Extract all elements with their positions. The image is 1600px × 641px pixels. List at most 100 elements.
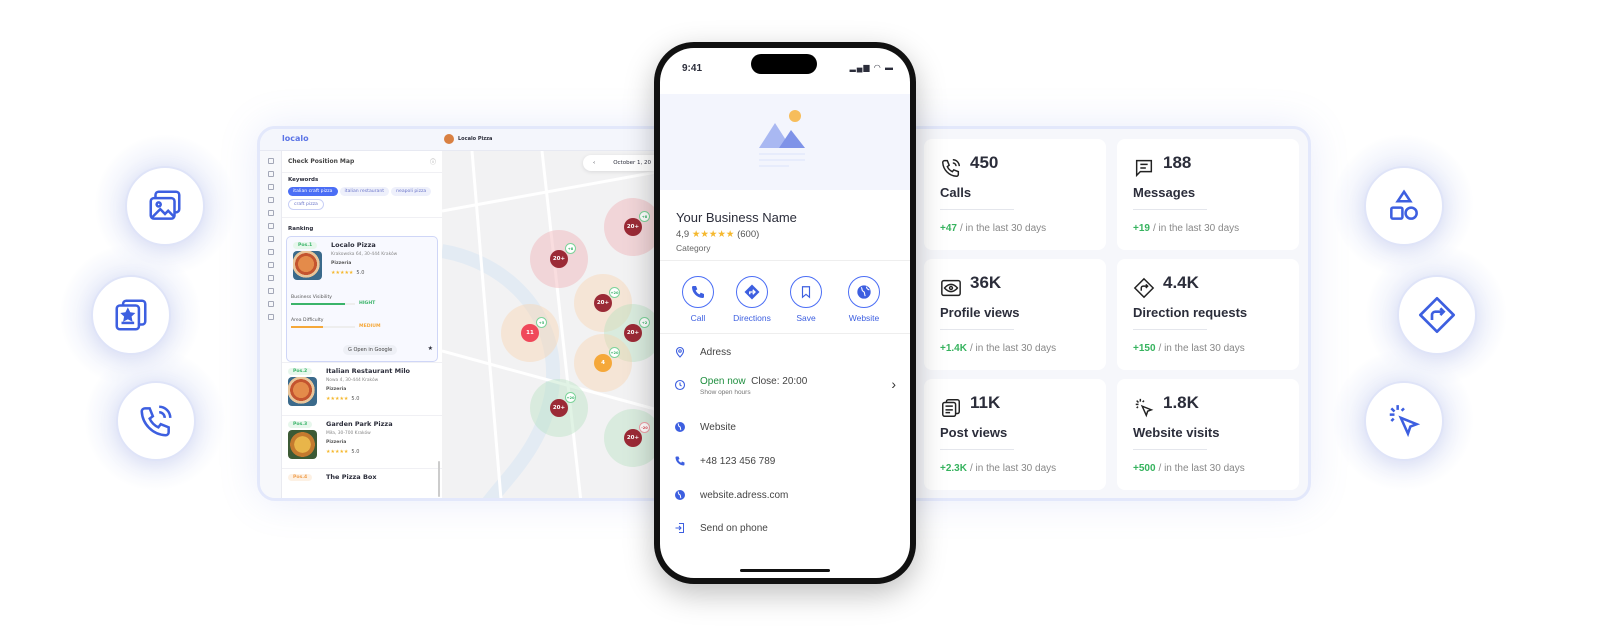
stat-card-calls: 450 Calls +47/ in the last 30 days <box>924 139 1106 250</box>
directions-button[interactable]: Directions <box>728 276 776 323</box>
keyword-chip[interactable]: italian craft pizza <box>288 187 338 196</box>
post-icon <box>942 399 960 417</box>
prev-date-button[interactable]: ‹ <box>593 160 595 166</box>
rating: 4,9 <box>676 229 690 240</box>
period: / in the last 30 days <box>1158 343 1245 354</box>
visibility-label: Business Visibility <box>291 295 332 300</box>
period: / in the last 30 days <box>969 343 1057 354</box>
change: +19 <box>1133 223 1150 234</box>
call-button[interactable]: Call <box>674 276 722 323</box>
open-now: Open now <box>700 376 746 387</box>
help-icon[interactable]: ⓘ <box>430 157 436 166</box>
difficulty-bar <box>291 326 323 328</box>
direction-sign-icon <box>1397 275 1477 355</box>
send: Send on phone <box>700 522 768 534</box>
business-name: Localo Pizza <box>458 136 493 142</box>
d: +20 <box>565 392 576 403</box>
phone-row[interactable]: +48 123 456 789 <box>674 451 896 471</box>
save-button[interactable]: Save <box>782 276 830 323</box>
stars: ★★★★★ <box>691 229 735 240</box>
map-rank-pin[interactable]: 20+ +8 <box>550 243 576 268</box>
stat-card-profile-views: 36K Profile views +1.4K / in the last 30 da… <box>924 259 1106 370</box>
stat-card-post-views: 11K Post views +2.3K / in the last 30 days <box>924 379 1106 490</box>
name: The Pizza Box <box>326 473 377 481</box>
keyword-chip[interactable]: neapoli pizza <box>391 187 432 196</box>
map-rank-pin[interactable]: 11 +5 <box>521 317 547 342</box>
actions: Website <box>848 313 880 323</box>
ranking-label: Ranking <box>282 217 442 236</box>
address: Miła, 30-700 Kraków <box>326 431 371 436</box>
hours-row[interactable]: Open now Close: 20:00 Show open hours › <box>674 376 896 396</box>
website-button[interactable]: Website <box>840 276 888 323</box>
side-nav[interactable] <box>260 151 282 498</box>
address: Krakowska 64, 30-444 Kraków <box>331 252 398 257</box>
v: 4 <box>601 360 605 366</box>
period: / in the last 30 days <box>1152 223 1240 234</box>
category: Pizzeria <box>326 440 347 445</box>
d: +20 <box>609 287 620 298</box>
chevron-right-icon[interactable]: › <box>891 376 896 392</box>
map-rank-pin[interactable]: 20+ +8 <box>624 211 650 236</box>
open-in-google-button[interactable]: G Open in Google <box>343 345 398 355</box>
period: / in the last 30 days <box>969 463 1057 474</box>
message-icon <box>1135 159 1153 178</box>
close: Close: 20:00 <box>751 376 808 387</box>
d: +2 <box>639 317 650 328</box>
ranking-item[interactable]: Pos.4 The Pizza Box <box>282 468 442 498</box>
keyword-chip[interactable]: craft pizza <box>288 199 324 210</box>
panel-title: Check Position Map <box>288 158 355 165</box>
label: Calls <box>940 185 972 200</box>
v: 20+ <box>626 224 640 230</box>
phone-call-icon <box>116 381 196 461</box>
address-row[interactable]: Adress <box>674 342 896 362</box>
globe-icon <box>675 422 685 432</box>
business-avatar <box>444 134 454 144</box>
send-on-phone-row[interactable]: Send on phone <box>674 518 896 538</box>
d: +20 <box>609 347 620 358</box>
address: Nowa 4, 30-444 Kraków <box>326 378 379 383</box>
phone-icon <box>942 159 960 177</box>
pos: Pos.4 <box>288 474 313 481</box>
value: 4.4K <box>1163 273 1199 292</box>
shapes-icon <box>1364 166 1444 246</box>
reviews: (600) <box>737 229 760 240</box>
globe-icon <box>857 285 871 299</box>
map-rank-pin[interactable]: 20+ +20 <box>594 287 620 312</box>
ranking-item-selected[interactable]: Pos.1 Localo Pizza Krakowska 64, 30-444 Kr… <box>286 236 438 362</box>
value: 188 <box>1163 153 1192 172</box>
keyword-chip[interactable]: italian restaurant <box>339 187 390 196</box>
change: +47 <box>940 223 957 234</box>
rating: ★★★★★ 5.0 <box>331 270 364 276</box>
change: +1.4K <box>940 343 967 354</box>
map-rank-pin[interactable]: 20+ -20 <box>624 422 650 447</box>
v: 20+ <box>626 330 640 336</box>
position-map[interactable]: ‹ October 1, 20 20+ +8 20+ +8 20+ +20 11 +5 2… <box>442 151 662 498</box>
map-rank-pin[interactable]: 20+ +20 <box>550 392 576 417</box>
click-cursor-icon <box>1364 381 1444 461</box>
cover-image-placeholder <box>660 94 910 190</box>
star-button[interactable]: ★ <box>428 345 433 352</box>
position-badge: Pos.1 <box>293 242 318 249</box>
click-icon <box>1135 398 1154 418</box>
visibility-value: HIGHT <box>359 301 376 306</box>
scrollbar[interactable] <box>438 461 440 497</box>
label: Website visits <box>1133 425 1220 440</box>
actions: Directions <box>733 313 771 323</box>
date-picker[interactable]: ‹ October 1, 20 <box>583 155 662 171</box>
ranking-item[interactable]: Pos.2 Italian Restaurant Milo Nowa 4, 30-4… <box>282 362 442 415</box>
images-icon <box>125 166 205 246</box>
change: +2.3K <box>940 463 967 474</box>
ranking-item[interactable]: Pos.3 Garden Park Pizza Miła, 30-700 Krakó… <box>282 415 442 468</box>
show-hours: Show open hours <box>700 389 751 396</box>
status-time: 9:41 <box>682 63 703 74</box>
rating: 5.0 <box>351 396 360 402</box>
map-rank-pin[interactable]: 20+ +2 <box>624 317 650 342</box>
stars: ★★★★★ <box>331 270 354 276</box>
stat-card-website-visits: 1.8K Website visits +500/ in the last 30 d… <box>1117 379 1299 490</box>
category: Pizzeria <box>331 261 352 266</box>
website-row[interactable]: Website <box>674 417 896 437</box>
direction-icon <box>1133 277 1155 299</box>
url-row[interactable]: website.adress.com <box>674 485 896 505</box>
map-rank-pin[interactable]: 4 +20 <box>594 347 620 372</box>
logo: localo <box>282 134 309 143</box>
